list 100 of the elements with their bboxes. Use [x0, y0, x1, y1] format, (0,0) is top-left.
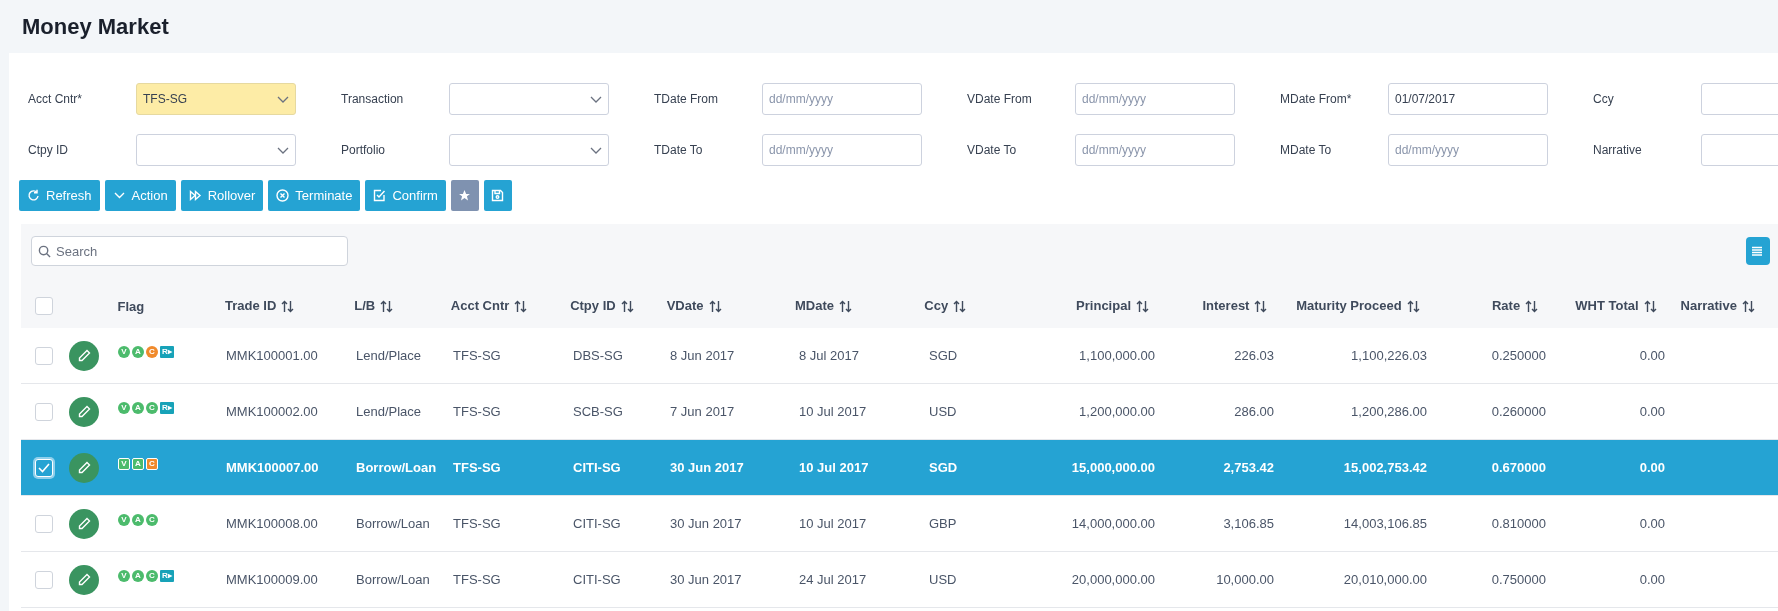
table-cell-text: 0.00 — [1638, 402, 1666, 421]
column-header[interactable]: Ctpy ID — [570, 296, 616, 316]
table-cell-text: SCB-SG — [572, 402, 624, 421]
table-cell-text: 15,000,000.00 — [1070, 458, 1156, 477]
dropdown-field[interactable] — [449, 83, 609, 115]
status-flag: C — [146, 345, 158, 358]
table-cell-text: 0.00 — [1638, 514, 1666, 533]
table-cell-text: 0.260000 — [1490, 402, 1547, 421]
date-field[interactable]: dd/mm/yyyy — [1388, 134, 1548, 166]
edit-button[interactable] — [69, 452, 99, 483]
table-cell-text: Lend/Place — [355, 402, 423, 421]
table-cell-text: 2,753.42 — [1222, 458, 1275, 477]
checkbox[interactable] — [35, 570, 53, 589]
column-header[interactable]: MDate — [794, 296, 834, 316]
table-cell-text: Borrow/Loan — [355, 458, 438, 477]
sort-icon — [514, 299, 528, 313]
table-cell-text: 1,200,000.00 — [1078, 402, 1156, 421]
field-label: Acct Cntr* — [28, 91, 83, 108]
pencil-icon — [77, 573, 91, 586]
field-label: TDate From — [654, 91, 719, 108]
edit-button[interactable] — [69, 508, 99, 539]
sort-icon — [1643, 299, 1657, 313]
dropdown-field[interactable] — [449, 134, 609, 166]
column-header[interactable]: Trade ID — [225, 296, 277, 316]
table-cell-text: DBS-SG — [572, 346, 624, 365]
search-field[interactable]: Search — [31, 236, 348, 266]
date-field[interactable]: dd/mm/yyyy — [1075, 83, 1235, 115]
table-cell-text: 0.00 — [1638, 570, 1666, 589]
column-header[interactable]: Rate — [1491, 296, 1521, 316]
status-flag: A — [132, 345, 144, 358]
table-cell-text: 7 Jun 2017 — [669, 402, 736, 421]
edit-button[interactable] — [69, 564, 99, 595]
edit-button[interactable] — [69, 340, 99, 371]
table-cell-text: 14,000,000.00 — [1070, 514, 1156, 533]
field-label: VDate To — [967, 142, 1018, 159]
column-header[interactable]: Principal — [1076, 296, 1131, 316]
dropdown-field[interactable] — [136, 134, 296, 166]
sort-icon — [1136, 299, 1149, 313]
checkbox[interactable] — [35, 402, 53, 421]
table-cell-text: Borrow/Loan — [355, 570, 431, 589]
field-label: MDate To — [1280, 142, 1333, 159]
table-cell-text: 15,002,753.42 — [1342, 458, 1428, 477]
table-cell-text: 24 Jul 2017 — [798, 570, 868, 589]
field-label: Transaction — [341, 91, 405, 108]
checkbox[interactable] — [35, 514, 53, 533]
table-cell-text: 0.670000 — [1490, 458, 1547, 477]
save-button[interactable] — [483, 180, 512, 211]
table-cell-text: 8 Jun 2017 — [669, 346, 736, 365]
sort-icon — [380, 299, 394, 313]
status-flag: A — [132, 401, 144, 414]
date-field[interactable]: dd/mm/yyyy — [762, 83, 922, 115]
date-field[interactable]: dd/mm/yyyy — [1075, 134, 1235, 166]
checkbox[interactable] — [35, 297, 53, 315]
favorite-button[interactable] — [450, 180, 479, 211]
status-flag: R▸ — [160, 569, 174, 582]
status-flag: A — [132, 513, 144, 526]
column-header[interactable]: Ccy — [924, 296, 949, 316]
date-field[interactable]: 01/07/2017 — [1388, 83, 1548, 115]
column-header[interactable]: Maturity Proceed — [1296, 296, 1402, 316]
column-header[interactable]: Narrative — [1680, 296, 1737, 316]
column-header[interactable]: VDate — [666, 296, 704, 316]
table-cell-text: MMK100007.00 — [225, 458, 320, 477]
table-cell-text: CITI-SG — [572, 458, 622, 477]
table-cell-text: 0.00 — [1638, 346, 1666, 365]
table-cell-text: 1,200,286.00 — [1350, 402, 1428, 421]
table-cell-text: 10 Jul 2017 — [798, 514, 868, 533]
table-cell-text: TFS-SG — [452, 458, 502, 477]
table-cell-text: Borrow/Loan — [355, 514, 431, 533]
column-menu-button[interactable] — [1746, 237, 1770, 265]
status-flag: C — [146, 401, 158, 414]
table-cell-text: 10 Jul 2017 — [798, 402, 868, 421]
dropdown-field[interactable]: TFS-SG — [136, 83, 296, 115]
chevron-down-icon — [277, 95, 289, 103]
table-cell-text: MMK100008.00 — [225, 514, 319, 533]
date-field[interactable]: dd/mm/yyyy — [762, 134, 922, 166]
table-cell-text: 14,003,106.85 — [1342, 514, 1428, 533]
table-cell-text: 8 Jul 2017 — [798, 346, 860, 365]
checkbox-icon — [373, 189, 387, 202]
table-cell-text: CITI-SG — [572, 570, 622, 589]
table-cell-text: USD — [928, 570, 958, 589]
column-header[interactable]: Interest — [1202, 296, 1250, 316]
column-header[interactable]: WHT Total — [1575, 296, 1639, 316]
chevron-down-icon — [590, 95, 602, 103]
chevron-down-icon — [590, 146, 602, 154]
field-label: Portfolio — [341, 142, 387, 159]
edit-button[interactable] — [69, 396, 99, 427]
status-flag: R▸ — [160, 401, 174, 414]
status-flag: R▸ — [160, 345, 174, 358]
search-icon — [38, 245, 51, 258]
checkbox[interactable] — [35, 346, 53, 365]
table-cell-text: 20,000,000.00 — [1070, 570, 1156, 589]
field-label: VDate From — [967, 91, 1033, 108]
column-header[interactable]: Acct Cntr — [450, 296, 510, 316]
table-cell-text: 226.03 — [1233, 346, 1275, 365]
sort-icon — [1525, 299, 1539, 313]
table-cell-text: TFS-SG — [452, 570, 502, 589]
status-flag: A — [132, 569, 144, 582]
status-flag: V — [118, 457, 130, 470]
column-header[interactable]: L/B — [354, 296, 376, 316]
field-label: Ctpy ID — [28, 142, 69, 159]
